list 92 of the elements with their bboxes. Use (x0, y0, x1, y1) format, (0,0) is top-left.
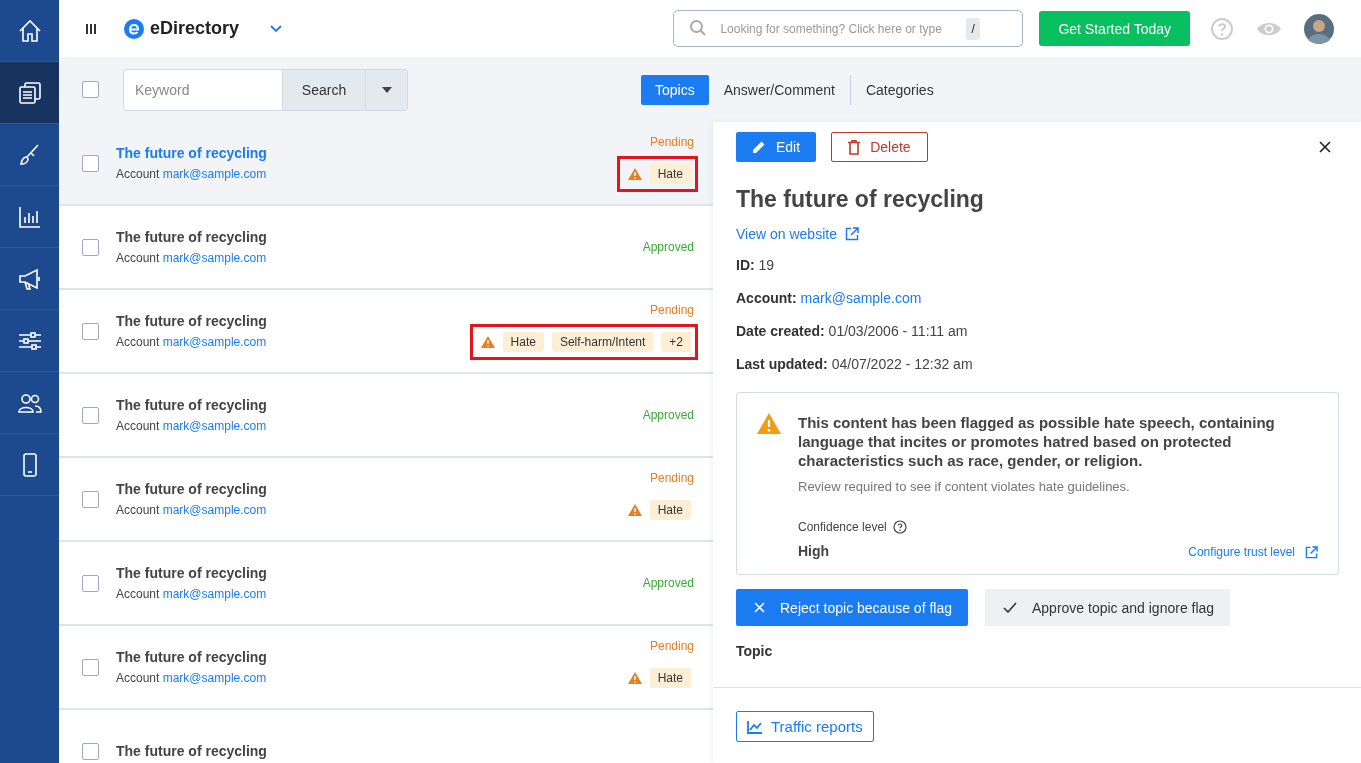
topic-title[interactable]: The future of recycling (116, 145, 267, 161)
account-link[interactable]: mark@sample.com (162, 503, 267, 517)
shortcut-key: / (966, 18, 980, 40)
field-label: ID: (736, 257, 755, 273)
field-label: Last updated: (736, 356, 828, 372)
flag-tag: Hate (649, 499, 691, 520)
pencil-icon (752, 140, 766, 154)
line-chart-icon (747, 719, 763, 734)
row-checkbox[interactable] (82, 490, 99, 508)
brand-name: eDirectory (150, 18, 240, 39)
status-label: Approved (642, 408, 694, 422)
topic-title[interactable]: The future of recycling (116, 397, 267, 413)
account-label: Account (116, 167, 160, 181)
tab[interactable]: Topics (641, 74, 709, 105)
account-link[interactable]: mark@sample.com (162, 419, 267, 433)
row-checkbox[interactable] (82, 658, 99, 676)
account-label: Account (116, 335, 160, 349)
topic-row[interactable]: The future of recycling Account mark@sample.com Pending Hate (59, 122, 713, 206)
row-checkbox[interactable] (82, 322, 99, 340)
account-label: Account (116, 419, 160, 433)
view-on-website-link[interactable]: View on website (736, 226, 859, 242)
warning-icon (480, 335, 495, 348)
account-label: Account (116, 587, 160, 601)
row-checkbox[interactable] (82, 742, 99, 760)
tab[interactable]: Answer/Comment (708, 74, 850, 105)
topic-title[interactable]: The future of recycling (116, 649, 267, 665)
topic-title[interactable]: The future of recycling (116, 743, 267, 759)
account-link[interactable]: mark@sample.com (162, 335, 267, 349)
close-icon (754, 602, 765, 613)
help-icon[interactable] (892, 520, 907, 534)
row-checkbox[interactable] (82, 406, 99, 424)
status-label: Pending (649, 638, 694, 653)
account-link[interactable]: mark@sample.com (162, 251, 267, 265)
warning-icon (627, 671, 642, 684)
approve-button[interactable]: Approve topic and ignore flag (985, 589, 1231, 626)
warning-icon (757, 413, 781, 434)
flag-tag: Hate (649, 163, 691, 184)
account-link[interactable]: mark@sample.com (800, 290, 922, 306)
warning-icon (627, 503, 642, 516)
row-checkbox[interactable] (82, 154, 99, 172)
status-label: Pending (649, 470, 694, 485)
check-icon (1003, 602, 1017, 613)
field-value: 04/07/2022 - 12:32 am (831, 356, 973, 372)
topic-title[interactable]: The future of recycling (116, 229, 267, 245)
field-label: Account: (736, 290, 797, 306)
flag-tag: Hate (502, 331, 544, 352)
menu-icon[interactable] (85, 21, 97, 36)
trash-icon (848, 139, 861, 155)
external-link-icon (1305, 545, 1318, 559)
search-icon (689, 19, 708, 37)
logo-icon (124, 18, 144, 39)
status-label: Pending (649, 134, 694, 149)
tab[interactable]: Categories (850, 74, 949, 105)
topic-title[interactable]: The future of recycling (116, 565, 267, 581)
confidence-label: Confidence level (798, 520, 887, 534)
status-label: Approved (642, 576, 694, 590)
documents-icon (16, 79, 43, 106)
select-all-checkbox[interactable] (82, 81, 99, 98)
row-checkbox[interactable] (82, 574, 99, 592)
configure-trust-link[interactable]: Configure trust level (1188, 545, 1318, 559)
account-link[interactable]: mark@sample.com (162, 167, 267, 181)
avatar[interactable] (1304, 13, 1334, 44)
reject-button[interactable]: Reject topic because of flag (736, 589, 968, 626)
topic-heading: The future of recycling (736, 186, 985, 213)
traffic-reports-button[interactable]: Traffic reports (736, 711, 874, 742)
warning-icon (627, 167, 642, 180)
status-label: Pending (649, 302, 694, 317)
field-value: 19 (758, 257, 775, 273)
account-link[interactable]: mark@sample.com (162, 587, 267, 601)
flag-tag: Self-harm/Intent (551, 331, 654, 352)
close-icon[interactable] (1319, 141, 1331, 153)
row-checkbox[interactable] (82, 238, 99, 256)
confidence-value: High (798, 543, 831, 559)
topic-title[interactable]: The future of recycling (116, 313, 267, 329)
sidebar-item[interactable] (0, 62, 59, 124)
flag-note: Review required to see if content violates hate guidelines. (798, 479, 1131, 494)
account-label: Account (116, 671, 160, 685)
account-label: Account (116, 503, 160, 517)
topic-title[interactable]: The future of recycling (116, 481, 267, 497)
chevron-down-icon[interactable] (269, 23, 284, 34)
status-label: Approved (642, 240, 694, 254)
flag-message: This content has been flagged as possible hate speech, containing language that incites or promotes hatred based on protected characteristics such as race, gender, or religion. (798, 413, 1276, 470)
field-value: 01/03/2006 - 11:11 am (828, 323, 968, 339)
flag-tag: Hate (649, 667, 691, 688)
delete-button[interactable]: Delete (831, 132, 928, 162)
section-heading: Topic (736, 643, 774, 659)
field-label: Date created: (736, 323, 825, 339)
account-link[interactable]: mark@sample.com (162, 671, 267, 685)
account-label: Account (116, 251, 160, 265)
flag-tag: +2 (661, 331, 691, 352)
external-link-icon (844, 227, 859, 241)
edit-button[interactable]: Edit (736, 132, 817, 162)
